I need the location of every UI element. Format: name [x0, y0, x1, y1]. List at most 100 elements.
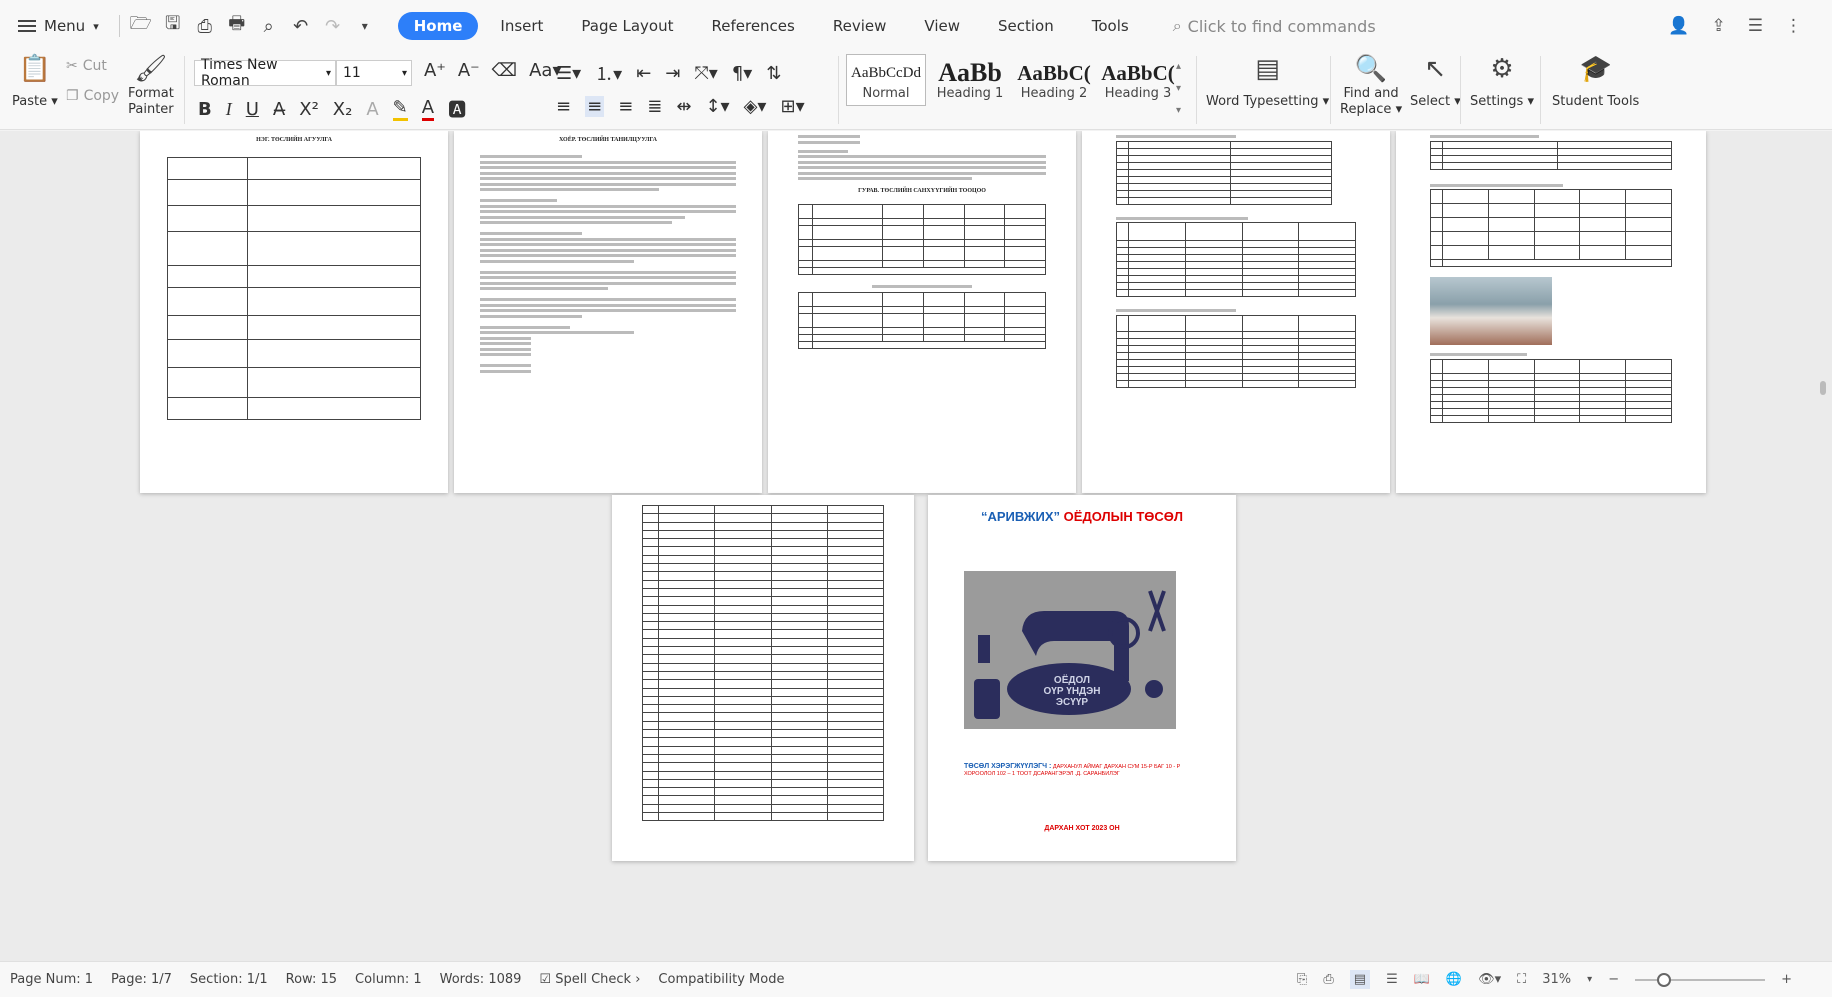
- decrease-indent-icon[interactable]: ⇤: [636, 63, 651, 84]
- borders-icon[interactable]: ⊞▾: [780, 96, 804, 117]
- spell-check-button[interactable]: ☑ Spell Check ›: [539, 972, 640, 987]
- bold-icon[interactable]: B: [198, 99, 212, 120]
- customize-chevron-icon[interactable]: ▾: [354, 15, 376, 37]
- table-cell: [714, 679, 772, 689]
- share-icon[interactable]: ⇪: [1712, 16, 1726, 36]
- print-preview-icon[interactable]: ⌕: [258, 15, 280, 37]
- document-page-7-cover[interactable]: “АРИВЖИХ” ОЁДОЛЫН ТӨСӨЛ ОЁДОЛ ОҮР ҮНДЭН …: [928, 495, 1236, 861]
- cover-footer: ДАРХАН ХОТ 2023 ОН: [1044, 825, 1120, 832]
- tab-insert[interactable]: Insert: [484, 12, 559, 40]
- status-page[interactable]: Page: 1/7: [111, 972, 172, 987]
- print-layout-icon[interactable]: ▤: [1349, 970, 1371, 989]
- table-cell: [714, 670, 772, 681]
- clear-format-icon[interactable]: ⌫: [492, 60, 517, 81]
- zoom-slider[interactable]: [1635, 972, 1766, 987]
- superscript-icon[interactable]: X²: [299, 99, 319, 120]
- text-effect-icon[interactable]: A: [366, 99, 378, 120]
- align-right-icon[interactable]: ≡: [618, 96, 633, 117]
- table-cell: [826, 712, 885, 722]
- strikethrough-icon[interactable]: A̶: [273, 99, 285, 120]
- fit-page-icon[interactable]: ⛶: [1517, 972, 1526, 987]
- more-icon[interactable]: ⋮: [1785, 16, 1802, 36]
- distribute-icon[interactable]: ⇹: [676, 96, 691, 117]
- open-folder-icon[interactable]: 🗁: [130, 13, 152, 37]
- styles-scroll[interactable]: ▴ ▾ ▾: [1176, 56, 1181, 122]
- bullets-icon[interactable]: ☰▾: [556, 63, 581, 84]
- font-size-select[interactable]: 11 ▾: [336, 60, 412, 86]
- tab-page-layout[interactable]: Page Layout: [565, 12, 689, 40]
- chinese-layout-icon[interactable]: ⤧▾: [694, 63, 717, 84]
- table-cell: [714, 587, 772, 598]
- undo-icon[interactable]: ↶: [290, 15, 312, 37]
- show-marks-icon[interactable]: ¶▾: [732, 63, 753, 84]
- tab-references[interactable]: References: [696, 12, 811, 40]
- status-section[interactable]: Section: 1/1: [190, 972, 268, 987]
- track-changes-icon[interactable]: ⎘: [1297, 972, 1307, 987]
- character-border-icon[interactable]: 🅰: [448, 96, 466, 122]
- export-pdf-icon[interactable]: ⎙: [194, 15, 216, 37]
- redo-icon[interactable]: ↷: [322, 15, 344, 37]
- add-user-icon[interactable]: 👤: [1668, 16, 1689, 36]
- format-painter-button[interactable]: 🖌 Format Painter: [128, 52, 174, 118]
- settings-button[interactable]: ⚙ Settings ▾: [1470, 52, 1534, 110]
- sort-icon[interactable]: ⇅: [766, 63, 781, 84]
- paste-button[interactable]: 📋 Paste ▾: [12, 52, 58, 110]
- eye-protection-icon[interactable]: 👁▾: [1478, 972, 1501, 987]
- status-page-num[interactable]: Page Num: 1: [10, 972, 93, 987]
- reading-mode-icon[interactable]: 📖: [1414, 972, 1430, 987]
- table-cell: [770, 737, 828, 747]
- vertical-scrollbar-thumb[interactable]: [1820, 381, 1826, 395]
- cut-button[interactable]: ✂ Cut: [66, 54, 107, 78]
- protect-doc-icon[interactable]: ⎙: [1323, 972, 1333, 987]
- tab-home[interactable]: Home: [397, 12, 479, 40]
- font-name-select[interactable]: Times New Roman ▾: [194, 57, 336, 89]
- web-layout-icon[interactable]: 🌐: [1446, 972, 1462, 987]
- italic-icon[interactable]: I: [226, 99, 232, 120]
- document-page-3[interactable]: ГУРАВ. ТӨСЛИЙН САНХҮҮГИЙН ТООЦОО: [768, 131, 1076, 493]
- document-page-2[interactable]: ХОЁР. ТӨСЛИЙН ТАНИЛЦУУЛГА: [454, 131, 762, 493]
- document-page-1[interactable]: НЭГ. ТӨСЛИЙН АГУУЛГА: [140, 131, 448, 493]
- save-icon[interactable]: 🖫: [162, 13, 184, 37]
- align-center-icon[interactable]: ≡: [585, 96, 605, 117]
- document-page-4[interactable]: [1082, 131, 1390, 493]
- justify-icon[interactable]: ≣: [647, 96, 662, 117]
- tab-view[interactable]: View: [908, 12, 976, 40]
- style-heading-1[interactable]: AaBb Heading 1: [930, 54, 1010, 106]
- style-heading-3[interactable]: AaBbC( Heading 3: [1098, 54, 1178, 106]
- document-canvas[interactable]: НЭГ. ТӨСЛИЙН АГУУЛГА ХОЁР. ТӨСЛИЙН ТАНИЛ…: [0, 131, 1832, 961]
- zoom-level[interactable]: 31%: [1542, 972, 1571, 987]
- main-menu-button[interactable]: Menu ▾: [18, 17, 99, 35]
- font-color-icon[interactable]: A: [421, 97, 435, 121]
- select-button[interactable]: ↖ Select ▾: [1410, 52, 1461, 110]
- line-spacing-icon[interactable]: ↕▾: [705, 96, 729, 117]
- style-heading-2[interactable]: AaBbC( Heading 2: [1014, 54, 1094, 106]
- highlight-icon[interactable]: ✎: [392, 97, 408, 121]
- underline-icon[interactable]: U: [246, 99, 259, 120]
- document-page-5[interactable]: [1396, 131, 1706, 493]
- align-left-icon[interactable]: ≡: [556, 96, 571, 117]
- outline-view-icon[interactable]: ☰: [1386, 972, 1398, 987]
- increase-font-icon[interactable]: A⁺: [424, 60, 446, 81]
- shading-icon[interactable]: ◈▾: [744, 96, 767, 117]
- style-normal[interactable]: AaBbCcDd Normal: [846, 54, 926, 106]
- copy-button[interactable]: ❐ Copy: [66, 84, 119, 108]
- decrease-font-icon[interactable]: A⁻: [458, 60, 480, 81]
- subscript-icon[interactable]: X₂: [333, 99, 353, 120]
- zoom-dropdown-icon[interactable]: ▾: [1587, 974, 1592, 985]
- find-replace-button[interactable]: 🔍 Find and Replace ▾: [1340, 52, 1402, 118]
- increase-indent-icon[interactable]: ⇥: [665, 63, 680, 84]
- numbering-icon[interactable]: ⒈▾: [595, 60, 622, 86]
- zoom-slider-handle[interactable]: [1657, 972, 1672, 987]
- word-typesetting-button[interactable]: ▤ Word Typesetting ▾: [1206, 52, 1329, 110]
- zoom-in-icon[interactable]: +: [1781, 972, 1792, 987]
- tab-tools[interactable]: Tools: [1076, 12, 1145, 40]
- comment-icon[interactable]: ☰: [1748, 16, 1763, 36]
- zoom-out-icon[interactable]: −: [1608, 972, 1619, 987]
- tab-review[interactable]: Review: [817, 12, 903, 40]
- student-tools-button[interactable]: 🎓 Student Tools: [1552, 52, 1639, 110]
- tab-section[interactable]: Section: [982, 12, 1070, 40]
- status-word-count[interactable]: Words: 1089: [440, 972, 522, 987]
- command-search[interactable]: ⌕ Click to find commands: [1173, 16, 1376, 36]
- document-page-6[interactable]: [612, 495, 914, 861]
- print-icon[interactable]: 🖶: [226, 13, 248, 37]
